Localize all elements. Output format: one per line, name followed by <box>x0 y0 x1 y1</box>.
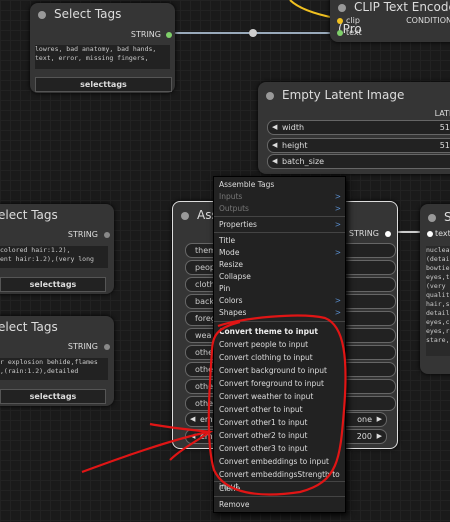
clip-input-slot[interactable] <box>337 18 343 24</box>
clip-text-encode-node[interactable]: CLIP Text Encode (Pro CONDITION clip tex… <box>330 0 450 42</box>
menu-item-resize[interactable]: Resize <box>214 259 345 271</box>
submenu-arrow-icon: > <box>334 248 341 257</box>
selecttags-button[interactable]: selecttags <box>0 277 106 292</box>
menu-header: Assemble Tags <box>219 180 275 189</box>
menu-divider <box>214 481 345 482</box>
output-label: STRING <box>348 229 379 238</box>
menu-item-inputs[interactable]: Inputs > <box>214 191 345 203</box>
yellow-wire <box>289 0 336 19</box>
menu-divider <box>214 321 345 322</box>
latent-output-label: LATE <box>434 109 450 118</box>
menu-item-mode[interactable]: Mode > <box>214 247 345 259</box>
empty-latent-node[interactable]: Empty Latent Image LATE ◀ width 512 ◀ he… <box>258 82 450 174</box>
text-input-slot[interactable] <box>337 30 343 36</box>
menu-divider <box>214 232 345 233</box>
text-input-label: text <box>435 229 450 238</box>
tags-textarea[interactable]: colored hair:1.2), ent hair:1.2),(very l… <box>0 246 108 268</box>
height-widget[interactable]: ◀ height 512 <box>267 138 450 153</box>
node-title[interactable]: Select Tags <box>30 3 175 25</box>
increment-arrow-icon[interactable]: ▶ <box>377 413 382 426</box>
text-input-slot[interactable] <box>427 231 433 237</box>
collapse-dot-icon[interactable] <box>428 213 436 222</box>
submenu-arrow-icon: > <box>334 296 341 305</box>
menu-item-convert-foreground[interactable]: Convert foreground to input <box>214 378 345 390</box>
selecttags-button[interactable]: selecttags <box>0 389 106 404</box>
menu-item-convert-other3[interactable]: Convert other3 to input <box>214 443 345 455</box>
increment-arrow-icon[interactable]: ▶ <box>377 430 382 443</box>
menu-item-convert-other[interactable]: Convert other to input <box>214 404 345 416</box>
text-input-label: text <box>346 28 362 37</box>
conditioning-output-label: CONDITION <box>406 16 450 25</box>
tags-textarea[interactable]: r explosion behide,flames ,(rain:1.2),de… <box>0 358 108 380</box>
menu-item-convert-clothing[interactable]: Convert clothing to input <box>214 352 345 364</box>
output-label: STRING <box>130 30 161 39</box>
submenu-arrow-icon: > <box>334 192 341 201</box>
menu-item-convert-people[interactable]: Convert people to input <box>214 339 345 351</box>
menu-item-clone[interactable]: Clone <box>214 483 345 495</box>
output-slot[interactable] <box>385 231 391 237</box>
collapse-dot-icon[interactable] <box>181 211 189 220</box>
context-menu: Assemble Tags Inputs > Outputs > Propertie… <box>213 176 346 513</box>
menu-divider <box>214 216 345 217</box>
menu-item-collapse[interactable]: Collapse <box>214 271 345 283</box>
select-tags-node-top[interactable]: Select Tags STRING lowres, bad anatomy, … <box>30 3 175 93</box>
menu-item-convert-embeddings-strength[interactable]: Convert embeddingsStrength to input <box>214 469 345 491</box>
collapse-dot-icon[interactable] <box>38 10 46 19</box>
menu-item-pin[interactable]: Pin <box>214 283 345 295</box>
menu-item-colors[interactable]: Colors > <box>214 295 345 307</box>
collapse-dot-icon[interactable] <box>266 91 274 100</box>
decrement-arrow-icon[interactable]: ◀ <box>190 413 195 426</box>
output-slot[interactable] <box>104 344 110 350</box>
decrement-arrow-icon[interactable]: ◀ <box>272 155 277 168</box>
menu-item-convert-background[interactable]: Convert background to input <box>214 365 345 377</box>
submenu-arrow-icon: > <box>334 308 341 317</box>
menu-item-title[interactable]: Title <box>214 235 345 247</box>
node-title[interactable]: elect Tags <box>0 204 114 226</box>
menu-item-convert-weather[interactable]: Convert weather to input <box>214 391 345 403</box>
select-tags-node-mid[interactable]: elect Tags STRING colored hair:1.2), ent… <box>0 204 114 294</box>
output-slot[interactable] <box>104 232 110 238</box>
submenu-arrow-icon: > <box>334 220 341 229</box>
select-tags-node-low[interactable]: elect Tags STRING r explosion behide,fla… <box>0 316 114 406</box>
menu-item-convert-embeddings[interactable]: Convert embeddings to input <box>214 456 345 468</box>
output-label: STRING <box>67 342 98 351</box>
width-widget[interactable]: ◀ width 512 <box>267 120 450 135</box>
reroute-dot <box>249 29 257 37</box>
decrement-arrow-icon[interactable]: ◀ <box>272 139 277 152</box>
clip-input-label: clip <box>346 16 360 25</box>
decrement-arrow-icon[interactable]: ◀ <box>190 430 195 443</box>
menu-item-properties[interactable]: Properties > <box>214 219 345 231</box>
menu-item-outputs[interactable]: Outputs > <box>214 203 345 215</box>
menu-item-shapes[interactable]: Shapes > <box>214 307 345 319</box>
decrement-arrow-icon[interactable]: ◀ <box>272 121 277 134</box>
tags-textarea[interactable]: lowres, bad anatomy, bad hands, text, er… <box>35 45 170 69</box>
selecttags-button[interactable]: selecttags <box>35 77 172 92</box>
menu-item-convert-other1[interactable]: Convert other1 to input <box>214 417 345 429</box>
submenu-arrow-icon: > <box>334 204 341 213</box>
output-label: STRING <box>67 230 98 239</box>
menu-item-convert-theme[interactable]: Convert theme to input <box>214 326 345 338</box>
output-slot[interactable] <box>166 32 172 38</box>
menu-divider <box>214 496 345 497</box>
show-text-node[interactable]: S text nuclea (detai bowtie eyes,t (very… <box>420 204 450 374</box>
node-title[interactable]: S <box>420 206 450 228</box>
menu-item-remove[interactable]: Remove <box>214 499 345 511</box>
node-title[interactable]: Empty Latent Image <box>258 84 450 106</box>
collapse-dot-icon[interactable] <box>338 3 346 12</box>
menu-item-convert-other2[interactable]: Convert other2 to input <box>214 430 345 442</box>
node-title[interactable]: elect Tags <box>0 316 114 338</box>
batch-size-widget[interactable]: ◀ batch_size 4 <box>267 154 450 169</box>
output-text: nuclea (detai bowtie eyes,t (very qualit… <box>426 246 450 356</box>
